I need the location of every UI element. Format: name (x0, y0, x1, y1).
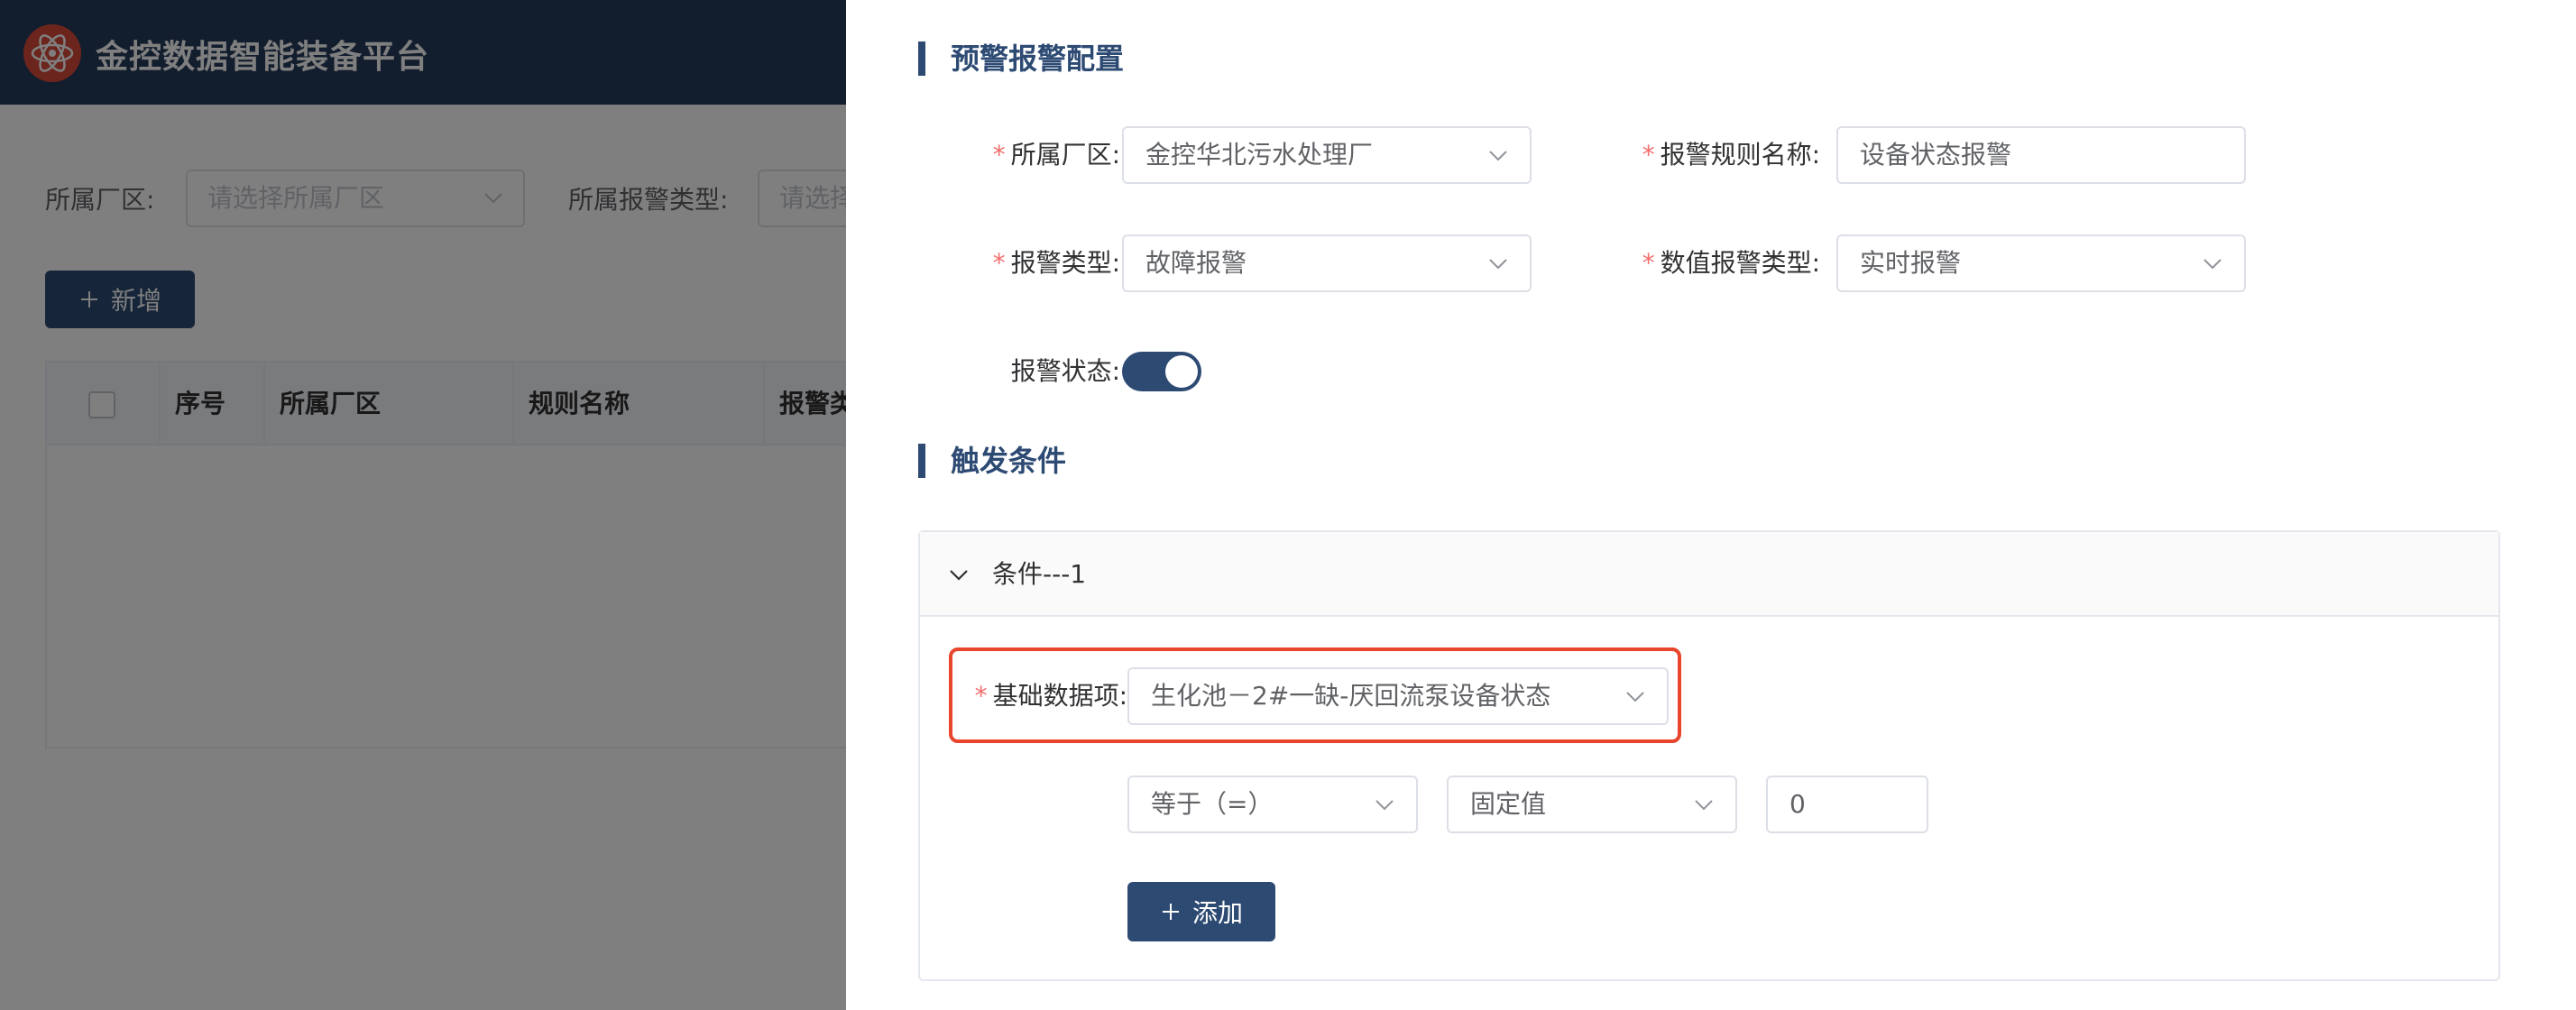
alarm-type-label-text: 报警类型: (1010, 248, 1120, 278)
chevron-down-icon (1375, 800, 1394, 811)
plant-label-text: 所属厂区: (1010, 140, 1120, 170)
toggle-knob (1165, 355, 1198, 388)
chevron-down-icon (950, 570, 968, 581)
alarm-type-select[interactable]: 故障报警 (1122, 234, 1532, 292)
required-mark: * (1642, 140, 1655, 170)
section-title-alarm-config: 预警报警配置 (918, 41, 1124, 76)
chevron-down-icon (1489, 151, 1507, 161)
alarm-type-label: * 报警类型: (972, 234, 1120, 292)
rule-name-label-text: 报警规则名称: (1660, 140, 1820, 170)
operator-select[interactable]: 等于（=） (1127, 776, 1418, 833)
value-type-select[interactable]: 固定值 (1447, 776, 1737, 833)
section-title-trigger: 触发条件 (918, 444, 1066, 478)
base-item-value: 生化池－2#一缺-厌回流泵设备状态 (1151, 681, 1551, 711)
rule-name-label: * 报警规则名称: (1622, 126, 1820, 184)
chevron-down-icon (1626, 692, 1644, 702)
threshold-value: 0 (1789, 789, 1806, 819)
value-alarm-type-value: 实时报警 (1860, 248, 1962, 278)
add-condition-button[interactable]: 添加 (1127, 882, 1275, 941)
value-alarm-type-select[interactable]: 实时报警 (1836, 234, 2246, 292)
condition-title: 条件---1 (992, 559, 1087, 589)
base-item-select[interactable]: 生化池－2#一缺-厌回流泵设备状态 (1127, 667, 1669, 725)
rule-name-input[interactable]: 设备状态报警 (1836, 126, 2246, 184)
required-mark: * (992, 140, 1006, 170)
plant-value: 金控华北污水处理厂 (1145, 140, 1374, 170)
required-mark: * (974, 681, 988, 711)
alarm-status-toggle[interactable] (1122, 352, 1201, 391)
plant-select[interactable]: 金控华北污水处理厂 (1122, 126, 1532, 184)
value-alarm-type-label-text: 数值报警类型: (1660, 248, 1820, 278)
required-mark: * (992, 248, 1006, 278)
required-mark: * (1642, 248, 1655, 278)
alarm-type-value: 故障报警 (1145, 248, 1247, 278)
base-item-label-text: 基础数据项: (992, 681, 1127, 711)
rule-name-value: 设备状态报警 (1860, 140, 2012, 170)
condition-panel: 条件---1 * 基础数据项: 生化池－2#一缺-厌回流泵设备状态 等于（=） 固… (918, 530, 2500, 981)
plus-icon (1162, 904, 1179, 920)
value-alarm-type-label: * 数值报警类型: (1622, 234, 1820, 292)
operator-value: 等于（=） (1151, 789, 1274, 819)
base-item-label: * 基础数据项: (956, 667, 1127, 725)
condition-panel-header[interactable]: 条件---1 (920, 532, 2498, 617)
chevron-down-icon (2203, 259, 2222, 270)
threshold-input[interactable]: 0 (1766, 776, 1928, 833)
chevron-down-icon (1489, 259, 1507, 270)
value-type-value: 固定值 (1470, 789, 1547, 819)
add-condition-label: 添加 (1191, 898, 1243, 928)
alarm-status-label: 报警状态: (1010, 356, 1120, 386)
plant-label: * 所属厂区: (972, 126, 1120, 184)
chevron-down-icon (1695, 800, 1713, 811)
alarm-config-drawer: 预警报警配置 * 所属厂区: 金控华北污水处理厂 * 报警规则名称: 设备状态报警 … (846, 0, 2576, 1010)
